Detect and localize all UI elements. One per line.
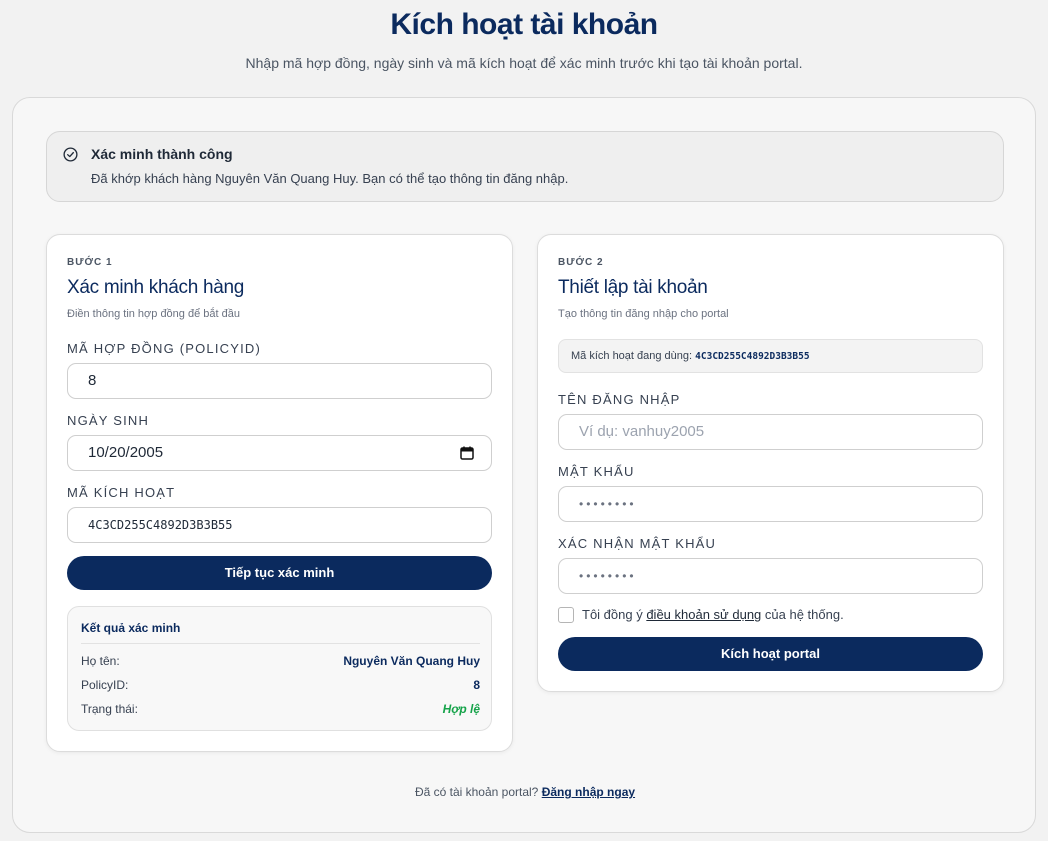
page-subtitle: Nhập mã hợp đồng, ngày sinh và mã kích h…	[245, 55, 803, 71]
step1-card: BƯỚC 1 Xác minh khách hàng Điền thông ti…	[46, 234, 513, 752]
confirm-password-value: ••••••••	[579, 569, 637, 583]
terms-prefix: Tôi đồng ý	[582, 607, 647, 622]
dob-label: NGÀY SINH	[67, 413, 150, 428]
activation-code-value: 4C3CD255C4892D3B3B55	[88, 518, 233, 532]
username-input[interactable]: Ví dụ: vanhuy2005	[558, 414, 983, 450]
verification-result: Kết quả xác minh Họ tên: Nguyên Văn Quan…	[67, 606, 492, 731]
footer-text: Đã có tài khoản portal?	[414, 785, 539, 799]
password-value: ••••••••	[579, 497, 637, 511]
activation-code-in-use: Mã kích hoạt đang dùng: 4C3CD255C4892D3B…	[558, 339, 983, 373]
policy-id-input[interactable]: 8	[67, 363, 492, 399]
result-key: Trạng thái:	[81, 702, 138, 716]
confirm-password-input[interactable]: ••••••••	[558, 558, 983, 594]
result-value: Nguyên Văn Quang Huy	[343, 654, 480, 668]
activate-portal-button[interactable]: Kích hoạt portal	[558, 637, 983, 671]
check-circle-icon	[63, 147, 78, 162]
terms-checkbox[interactable]	[558, 607, 574, 623]
step1-description: Điền thông tin hợp đồng để bắt đầu	[67, 308, 240, 320]
status-badge: Hợp lệ	[442, 702, 480, 716]
footer: Đã có tài khoản portal? Đăng nhập ngay	[13, 785, 1037, 799]
step1-title: Xác minh khách hàng	[67, 277, 245, 298]
code-in-use-value: 4C3CD255C4892D3B3B55	[695, 351, 810, 362]
result-value: 8	[473, 678, 480, 692]
step2-description: Tạo thông tin đăng nhập cho portal	[558, 308, 729, 320]
dob-value: 10/20/2005	[88, 444, 164, 461]
policy-id-value: 8	[88, 372, 97, 389]
alert-text: Đã khớp khách hàng Nguyên Văn Quang Huy.…	[91, 171, 569, 186]
step1-label: BƯỚC 1	[67, 257, 113, 268]
success-alert: Xác minh thành công Đã khớp khách hàng N…	[46, 131, 1004, 202]
policy-id-label: MÃ HỢP ĐỒNG (POLICYID)	[67, 341, 262, 356]
result-row-policy: PolicyID: 8	[81, 678, 480, 692]
code-in-use-label: Mã kích hoạt đang dùng:	[571, 350, 693, 362]
activation-code-label: MÃ KÍCH HOẠT	[67, 485, 176, 500]
step2-label: BƯỚC 2	[558, 257, 604, 268]
page-title: Kích hoạt tài khoản	[390, 8, 658, 41]
terms-text: Tôi đồng ý điều khoản sử dụng của hệ thố…	[582, 607, 844, 622]
result-title: Kết quả xác minh	[81, 621, 181, 635]
result-key: Họ tên:	[81, 654, 120, 668]
continue-verify-button[interactable]: Tiếp tục xác minh	[67, 556, 492, 590]
result-divider	[81, 643, 480, 644]
username-placeholder: Ví dụ: vanhuy2005	[579, 423, 705, 440]
terms-link[interactable]: điều khoản sử dụng	[646, 607, 761, 622]
password-input[interactable]: ••••••••	[558, 486, 983, 522]
confirm-password-label: XÁC NHẬN MẬT KHẨU	[558, 536, 717, 551]
dob-input[interactable]: 10/20/2005	[67, 435, 492, 471]
step2-title: Thiết lập tài khoản	[558, 277, 708, 298]
password-label: MẬT KHẨU	[558, 464, 635, 479]
terms-suffix: của hệ thống.	[761, 607, 844, 622]
login-link[interactable]: Đăng nhập ngay	[542, 785, 635, 799]
alert-title: Xác minh thành công	[91, 146, 233, 162]
activation-code-input[interactable]: 4C3CD255C4892D3B3B55	[67, 507, 492, 543]
result-key: PolicyID:	[81, 678, 129, 692]
step2-card: BƯỚC 2 Thiết lập tài khoản Tạo thông tin…	[537, 234, 1004, 692]
result-row-name: Họ tên: Nguyên Văn Quang Huy	[81, 654, 480, 668]
result-row-status: Trạng thái: Hợp lệ	[81, 702, 480, 716]
main-card: Xác minh thành công Đã khớp khách hàng N…	[12, 97, 1036, 833]
username-label: TÊN ĐĂNG NHẬP	[558, 392, 681, 407]
calendar-icon[interactable]	[459, 445, 475, 461]
